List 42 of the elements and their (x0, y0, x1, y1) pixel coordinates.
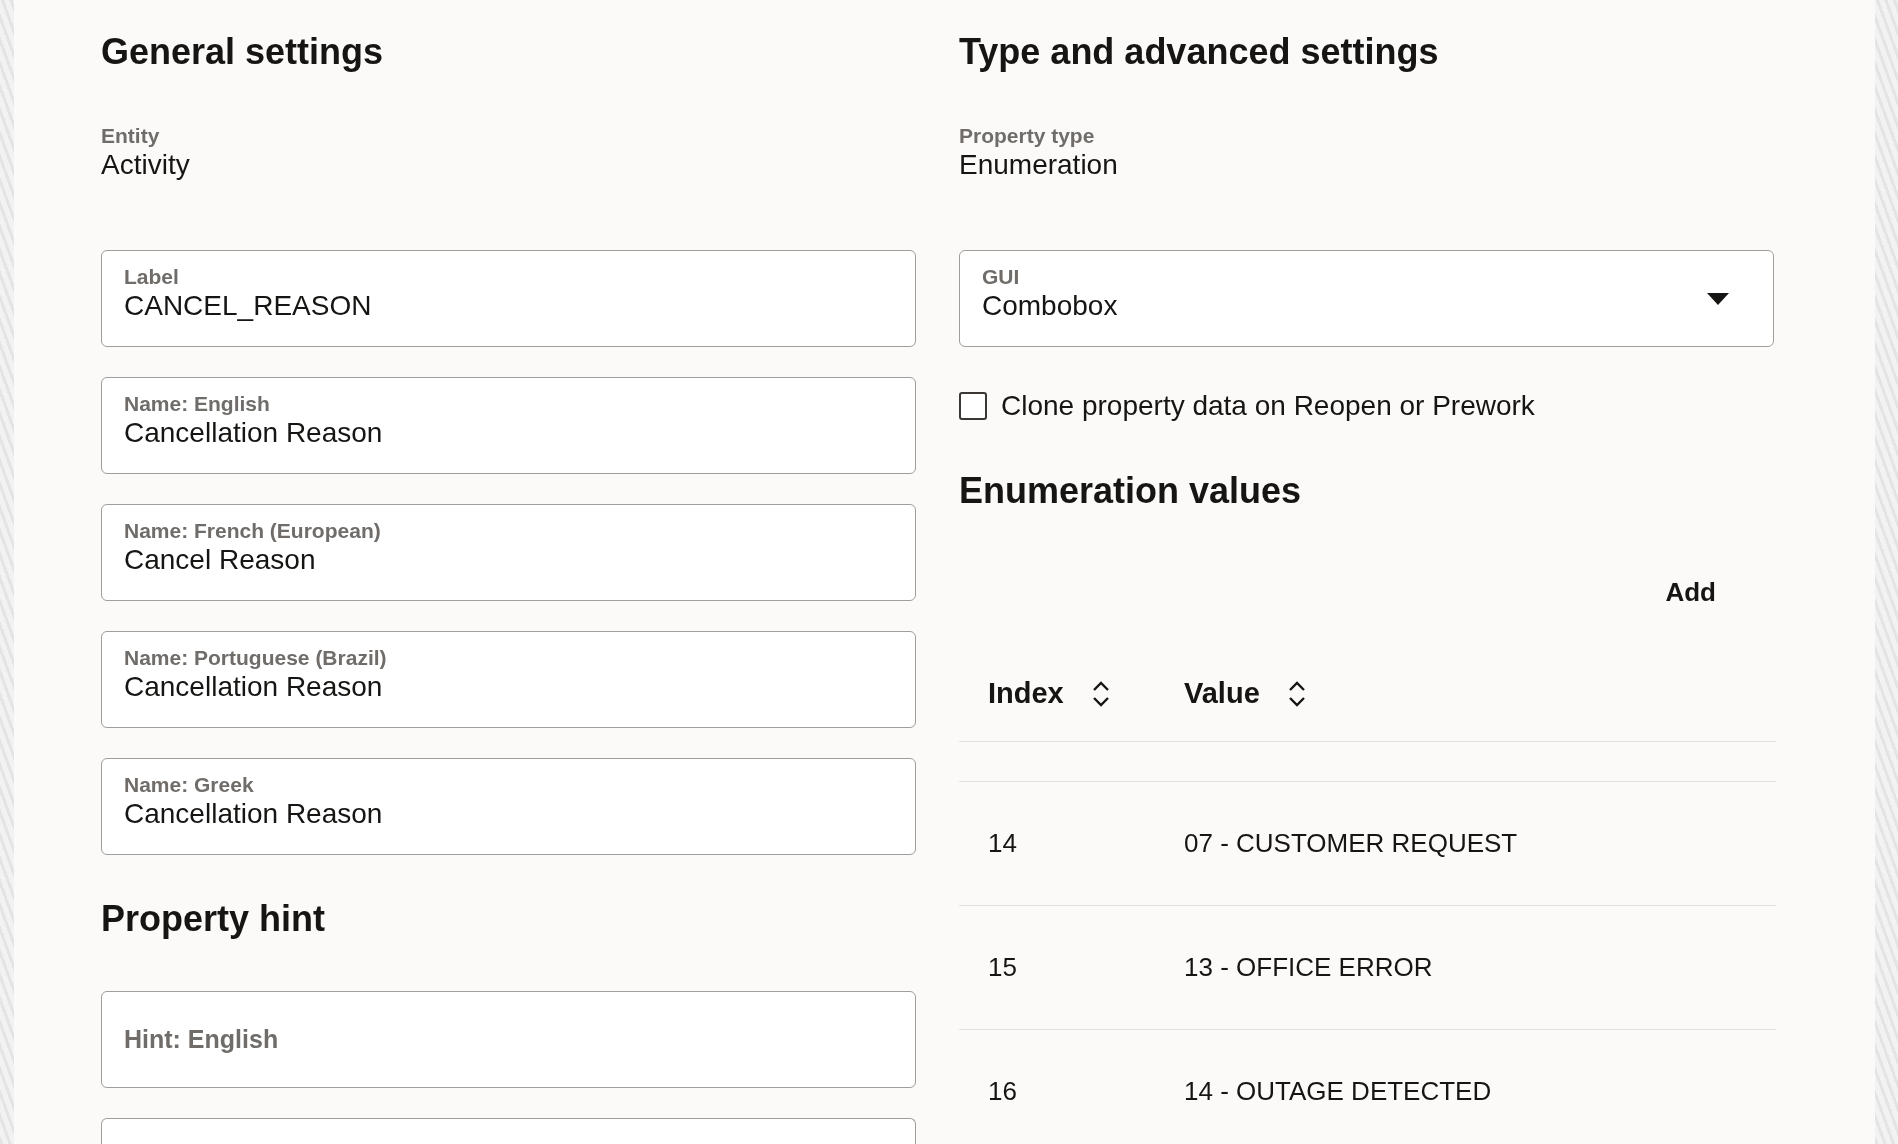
table-cell-text: 15 (988, 951, 1017, 984)
field-value[interactable]: Cancellation Reason (124, 670, 383, 704)
section-heading: General settings (101, 30, 385, 74)
field-label: Label (124, 265, 180, 289)
section-heading: Property hint (101, 897, 326, 941)
text-field[interactable]: Name: Portuguese (Brazil) Cancellation Reason (101, 631, 916, 728)
sort-icon[interactable] (1091, 679, 1110, 708)
column-header[interactable]: Index (988, 671, 1064, 716)
field-label: Entity (101, 124, 161, 148)
field-label: GUI (982, 265, 1021, 289)
text-field[interactable]: Label CANCEL_REASON (101, 250, 916, 347)
table-cell-text: 14 - OUTAGE DETECTED (1184, 1075, 1492, 1108)
field-value[interactable]: Cancellation Reason (124, 416, 383, 450)
field-label: Name: Portuguese (Brazil) (124, 646, 388, 670)
dropdown-field[interactable]: GUI Combobox (959, 250, 1774, 347)
caret-icon (1707, 293, 1729, 305)
field-label: Name: Greek (124, 773, 255, 797)
text-field[interactable]: Name: French (European) Cancel Reason (101, 504, 916, 601)
table-cell-text: 07 - CUSTOMER REQUEST (1184, 827, 1518, 860)
field-value[interactable]: Cancellation Reason (124, 797, 383, 831)
add-button[interactable]: Add (1653, 569, 1728, 616)
section-heading: Enumeration values (959, 469, 1303, 513)
field-label: Name: English (124, 392, 271, 416)
table-cell-text: 13 - OFFICE ERROR (1184, 951, 1433, 984)
field-value: Enumeration (959, 148, 1119, 182)
field-label: Name: French (European) (124, 519, 382, 543)
table-cell-text: 16 (988, 1075, 1017, 1108)
text-field[interactable]: Name: Greek Cancellation Reason (101, 758, 916, 855)
sort-icon[interactable] (1287, 679, 1306, 708)
checkbox[interactable] (959, 392, 987, 420)
field-label: Property type (959, 124, 1096, 148)
section-heading: Type and advanced settings (959, 30, 1440, 74)
field-value[interactable]: Cancel Reason (124, 543, 316, 577)
placeholder-text[interactable]: Hint: English (124, 1020, 279, 1059)
checkbox-label[interactable]: Clone property data on Reopen or Prework (1001, 385, 1535, 427)
table-cell-text: 14 (988, 827, 1017, 860)
field-value[interactable]: Combobox (982, 289, 1118, 323)
text-field[interactable]: Hint: English (101, 991, 916, 1088)
text-field[interactable]: Name: English Cancellation Reason (101, 377, 916, 474)
column-header[interactable]: Value (1184, 671, 1260, 716)
field-value[interactable]: CANCEL_REASON (124, 289, 372, 323)
field-value: Activity (101, 148, 191, 182)
